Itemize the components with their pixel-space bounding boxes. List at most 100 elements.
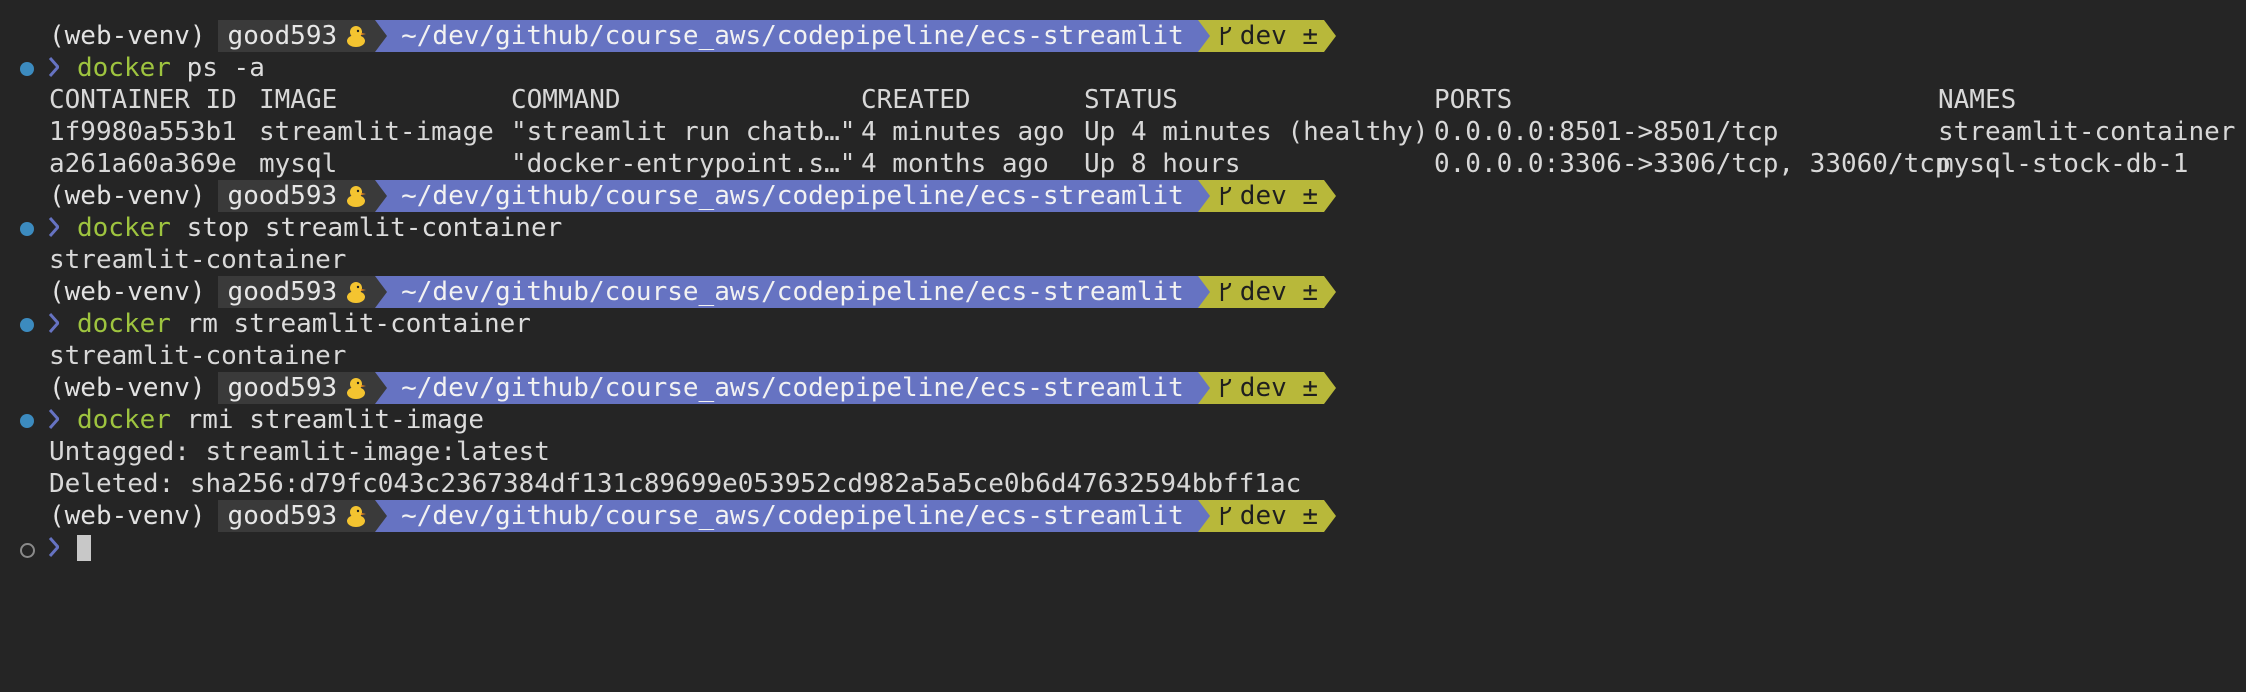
git-branch: dev ± [1239, 181, 1319, 211]
prompt-line: (web-venv) good593 ~/dev/github/course_a… [0, 180, 2246, 212]
cwd-path: ~/dev/github/course_aws/codepipeline/ecs… [387, 500, 1198, 532]
venv-label: (web-venv) [49, 181, 206, 211]
command-output: streamlit-container [49, 341, 347, 371]
segment-separator [375, 20, 388, 52]
segment-separator [1324, 276, 1337, 308]
cwd-path: ~/dev/github/course_aws/codepipeline/ecs… [387, 276, 1198, 308]
table-cell: Up 4 minutes (healthy) [1084, 117, 1429, 147]
table-header-row: CONTAINER ID IMAGE COMMAND CREATED STATU… [0, 84, 2246, 116]
venv-label: (web-venv) [49, 277, 206, 307]
segment-separator [375, 500, 388, 532]
command-name: docker [77, 213, 171, 243]
column-header: CONTAINER ID [49, 85, 237, 115]
username: good593 [227, 277, 338, 307]
cwd-path: ~/dev/github/course_aws/codepipeline/ecs… [387, 372, 1198, 404]
column-header: COMMAND [511, 85, 621, 115]
text-cursor[interactable] [77, 535, 91, 561]
segment-separator [1197, 20, 1210, 52]
command-line: docker ps -a [0, 52, 2246, 84]
duck-emoji-icon [347, 186, 367, 207]
segment-separator [1324, 372, 1337, 404]
empty-status-dot-icon [20, 543, 35, 558]
user-segment: good593 [217, 372, 376, 404]
duck-emoji-icon [347, 282, 367, 303]
column-header: IMAGE [259, 85, 338, 115]
table-cell: "docker-entrypoint.s…" [511, 149, 856, 179]
table-cell: mysql-stock-db-1 [1938, 149, 2189, 179]
git-branch: dev ± [1239, 501, 1319, 531]
command-status-dot-icon[interactable] [20, 414, 34, 428]
command-args: rmi streamlit-image [170, 405, 484, 435]
username: good593 [227, 501, 338, 531]
chevron-right-icon [49, 313, 59, 333]
table-row: a261a60a369e mysql "docker-entrypoint.s…… [0, 148, 2246, 180]
command-args: rm streamlit-container [170, 309, 531, 339]
prompt-line: (web-venv) good593 ~/dev/github/course_a… [0, 500, 2246, 532]
git-segment: dev ± [1209, 276, 1325, 308]
column-header: NAMES [1938, 85, 2017, 115]
table-cell: 1f9980a553b1 [49, 117, 237, 147]
segment-separator [1197, 372, 1210, 404]
output-line: Untagged: streamlit-image:latest [0, 436, 2246, 468]
prompt: (web-venv) good593 ~/dev/github/course_a… [49, 20, 1337, 52]
output-line: streamlit-container [0, 340, 2246, 372]
git-segment: dev ± [1209, 180, 1325, 212]
venv-label: (web-venv) [49, 21, 206, 51]
duck-emoji-icon [347, 26, 367, 47]
segment-separator [375, 180, 388, 212]
segment-separator [1197, 276, 1210, 308]
username: good593 [227, 21, 338, 51]
segment-separator [1197, 500, 1210, 532]
git-branch: dev ± [1239, 277, 1319, 307]
command-output: streamlit-container [49, 245, 347, 275]
command-status-dot-icon[interactable] [20, 62, 34, 76]
command-output: Untagged: streamlit-image:latest [49, 437, 550, 467]
segment-separator [375, 276, 388, 308]
table-cell: 0.0.0.0:8501->8501/tcp [1434, 117, 1779, 147]
chevron-right-icon [49, 537, 59, 557]
command-args: ps -a [170, 53, 265, 83]
segment-separator [375, 372, 388, 404]
user-segment: good593 [217, 180, 376, 212]
cwd-path: ~/dev/github/course_aws/codepipeline/ecs… [387, 20, 1198, 52]
table-row: 1f9980a553b1 streamlit-image "streamlit … [0, 116, 2246, 148]
git-segment: dev ± [1209, 20, 1325, 52]
segment-separator [1324, 500, 1337, 532]
command-status-dot-icon[interactable] [20, 222, 34, 236]
git-branch: dev ± [1239, 373, 1319, 403]
table-cell: 4 minutes ago [861, 117, 1065, 147]
git-branch-icon [1220, 506, 1231, 525]
command-name: docker [77, 53, 171, 83]
venv-label: (web-venv) [49, 373, 206, 403]
prompt: (web-venv) good593 ~/dev/github/course_a… [49, 276, 1337, 308]
prompt: (web-venv) good593 ~/dev/github/course_a… [49, 500, 1337, 532]
input-line[interactable] [0, 532, 2246, 564]
terminal-window[interactable]: (web-venv) good593 ~/dev/github/course_a… [0, 20, 2246, 564]
git-segment: dev ± [1209, 500, 1325, 532]
table-cell: "streamlit run chatb…" [511, 117, 856, 147]
git-branch-icon [1220, 378, 1231, 397]
prompt-line: (web-venv) good593 ~/dev/github/course_a… [0, 276, 2246, 308]
command-status-dot-icon[interactable] [20, 318, 34, 332]
output-line: Deleted: sha256:d79fc043c2367384df131c89… [0, 468, 2246, 500]
cwd-path: ~/dev/github/course_aws/codepipeline/ecs… [387, 180, 1198, 212]
prompt-line: (web-venv) good593 ~/dev/github/course_a… [0, 372, 2246, 404]
duck-emoji-icon [347, 378, 367, 399]
prompt-line: (web-venv) good593 ~/dev/github/course_a… [0, 20, 2246, 52]
column-header: PORTS [1434, 85, 1513, 115]
command-line: docker rmi streamlit-image [0, 404, 2246, 436]
git-branch: dev ± [1239, 21, 1319, 51]
column-header: CREATED [861, 85, 971, 115]
table-cell: 4 months ago [861, 149, 1049, 179]
table-cell: Up 8 hours [1084, 149, 1241, 179]
user-segment: good593 [217, 276, 376, 308]
username: good593 [227, 373, 338, 403]
table-cell: mysql [259, 149, 338, 179]
table-cell: streamlit-image [259, 117, 494, 147]
git-segment: dev ± [1209, 372, 1325, 404]
segment-separator [1324, 180, 1337, 212]
git-branch-icon [1220, 26, 1231, 45]
command-args: stop streamlit-container [170, 213, 563, 243]
command-line: docker rm streamlit-container [0, 308, 2246, 340]
user-segment: good593 [217, 20, 376, 52]
